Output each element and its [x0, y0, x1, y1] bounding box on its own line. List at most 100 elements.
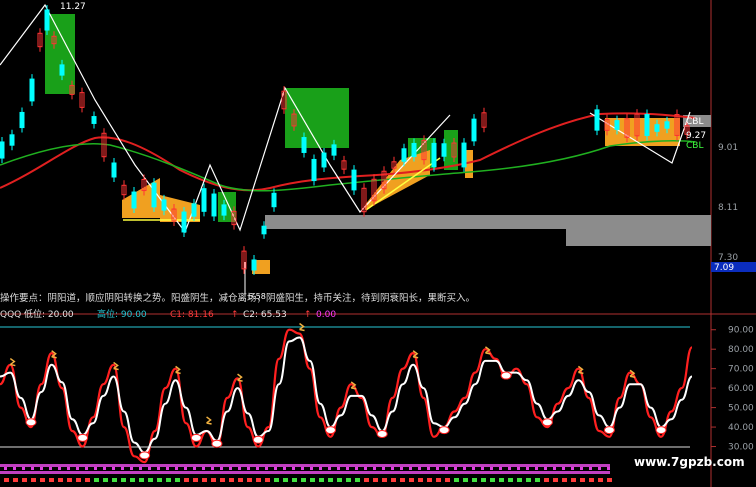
candle-body [59, 64, 65, 76]
strip-marker [328, 467, 331, 470]
oscillator-low-marker [252, 435, 264, 444]
current-price-value: 7.09 [714, 263, 734, 273]
strip-marker [346, 478, 351, 482]
candle-body [221, 204, 227, 216]
oscillator-low-marker [541, 418, 553, 427]
candle-body [351, 169, 357, 191]
candle-body [441, 143, 447, 157]
strip-marker [481, 478, 486, 482]
oscillator-low-marker [190, 433, 202, 442]
strip-marker [427, 478, 432, 482]
oscillator-low-marker [603, 426, 615, 435]
oscillator-tick: 30.00 [728, 443, 754, 453]
candle-body [311, 158, 317, 182]
strip-marker [400, 478, 405, 482]
signal-strip-marks [4, 467, 612, 482]
strip-marker [184, 467, 187, 470]
arrow-up-icon: ↑ [304, 310, 312, 320]
indicator-param: 高位: 90.00 [97, 308, 147, 320]
oscillator-axis: 90.00 80.00 70.00 60.00 50.00 40.00 30.00 [711, 326, 754, 453]
candle-body [331, 144, 337, 156]
signal-strip [0, 471, 610, 474]
strip-marker [166, 478, 171, 482]
strip-marker [508, 478, 513, 482]
candle-body [471, 118, 477, 142]
oscillator-group [0, 322, 694, 464]
strip-marker [409, 478, 414, 482]
strip-marker [508, 467, 511, 470]
strip-marker [382, 478, 387, 482]
strip-marker [229, 478, 234, 482]
strip-marker [265, 467, 268, 470]
strip-marker [22, 467, 25, 470]
strip-marker [148, 478, 153, 482]
candle-body [91, 116, 97, 124]
strip-marker [157, 467, 160, 470]
oscillator-tick: 50.00 [728, 404, 754, 414]
strip-marker [202, 467, 205, 470]
strip-marker [571, 467, 574, 470]
candle-body [19, 111, 25, 129]
oscillator-low-marker [77, 433, 89, 442]
strip-marker [247, 467, 250, 470]
strip-marker [49, 478, 54, 482]
strip-marker [193, 478, 198, 482]
strip-marker [85, 478, 90, 482]
strip-marker [130, 467, 133, 470]
oscillator-low-marker [655, 426, 667, 435]
strip-marker [103, 467, 106, 470]
strip-marker [418, 467, 421, 470]
strip-marker [589, 467, 592, 470]
strip-marker [553, 467, 556, 470]
strip-marker [526, 478, 531, 482]
strip-marker [364, 478, 369, 482]
strip-marker [283, 467, 286, 470]
high-price-label: 11.27 [60, 2, 86, 12]
indicator-label-cbl: CBL [686, 141, 703, 151]
strip-marker [166, 467, 169, 470]
strip-marker [382, 467, 385, 470]
strip-marker [112, 467, 115, 470]
strip-marker [580, 478, 585, 482]
strip-marker [67, 478, 72, 482]
strip-marker [175, 478, 180, 482]
strip-marker [256, 467, 259, 470]
strip-marker [481, 467, 484, 470]
strip-marker [292, 478, 297, 482]
oscillator-low-marker [325, 426, 337, 435]
strip-marker [211, 478, 216, 482]
strip-marker [445, 467, 448, 470]
candle-body [9, 134, 15, 146]
watermark: www.7gpzb.com [634, 455, 745, 469]
oscillator-low-marker [211, 439, 223, 448]
strip-marker [544, 467, 547, 470]
strip-marker [400, 467, 403, 470]
candle-body [614, 120, 620, 130]
strip-marker [40, 467, 43, 470]
strip-marker [589, 478, 594, 482]
strip-marker [373, 478, 378, 482]
strip-marker [436, 478, 441, 482]
strip-marker [391, 478, 396, 482]
indicator-param: 低位: 20.00 [24, 308, 74, 320]
price-tick: 9.01 [718, 143, 738, 153]
strip-marker [13, 467, 16, 470]
candle-body [181, 211, 187, 233]
arrow-up-icon: ↑ [231, 310, 239, 320]
strip-marker [274, 467, 277, 470]
strip-marker [13, 478, 18, 482]
strip-marker [274, 478, 279, 482]
strip-marker [40, 478, 45, 482]
strip-marker [346, 467, 349, 470]
strip-marker [76, 467, 79, 470]
strip-marker [202, 478, 207, 482]
strip-marker [193, 467, 196, 470]
candle-body [251, 259, 257, 271]
indicator-param: C1: 81.16 [170, 310, 214, 320]
strip-marker [319, 478, 324, 482]
price-readout: 9.27 [686, 131, 706, 141]
candle-body [201, 188, 207, 212]
strip-marker [238, 478, 243, 482]
strip-marker [490, 467, 493, 470]
price-tick: 8.11 [718, 203, 738, 213]
